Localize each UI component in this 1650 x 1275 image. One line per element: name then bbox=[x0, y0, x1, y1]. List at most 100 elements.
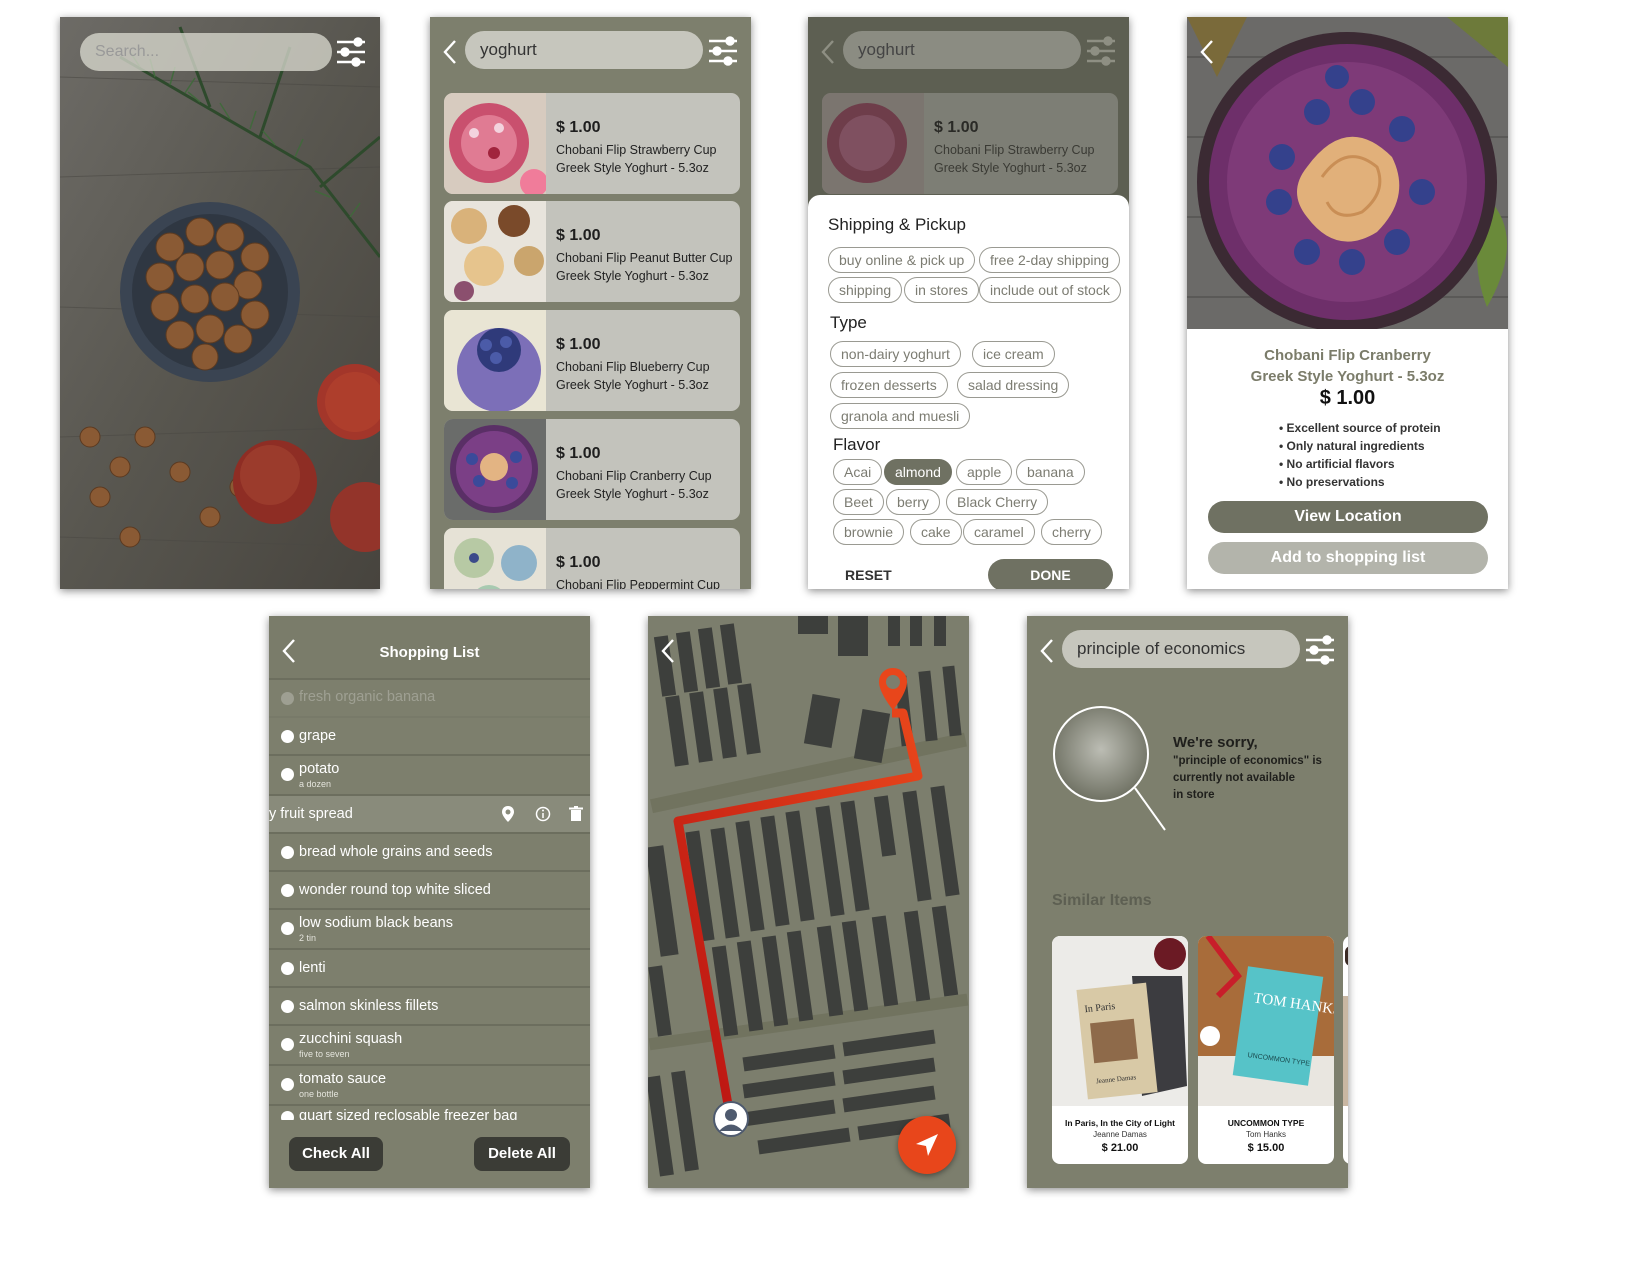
filter-sliders-icon[interactable] bbox=[1305, 635, 1335, 665]
book-card[interactable]: In Paris Jeanne Damas In Paris, In the C… bbox=[1052, 936, 1188, 1164]
product-card[interactable]: $ 1.00 Chobani Flip Peanut Butter Cup Gre… bbox=[444, 201, 740, 302]
product-name: Chobani Flip Strawberry Cup Greek Style Y… bbox=[556, 143, 717, 175]
product-price: $ 1.00 bbox=[1319, 387, 1376, 409]
back-chevron-icon[interactable] bbox=[660, 638, 676, 664]
peanut-bowls-thumbnail bbox=[444, 201, 546, 302]
store-map-screen bbox=[648, 616, 969, 1188]
list-item-swiped[interactable]: y fruit spread bbox=[269, 796, 590, 834]
back-chevron-icon[interactable] bbox=[820, 39, 836, 65]
filter-chip[interactable]: Beet bbox=[833, 489, 884, 515]
back-chevron-icon[interactable] bbox=[1199, 39, 1215, 65]
delete-all-button[interactable]: Delete All bbox=[474, 1137, 570, 1171]
navigate-button[interactable] bbox=[898, 1116, 956, 1174]
list-item[interactable]: grape bbox=[269, 718, 590, 756]
list-item[interactable]: tomato sauce one bottle bbox=[269, 1066, 590, 1106]
checkbox[interactable] bbox=[281, 1000, 294, 1013]
filter-chip[interactable]: berry bbox=[886, 489, 940, 515]
filter-chip[interactable]: banana bbox=[1016, 459, 1085, 485]
book-price: $ 15.00 bbox=[1247, 1142, 1285, 1154]
filter-chip[interactable]: in stores bbox=[904, 277, 979, 303]
add-to-shopping-list-button[interactable]: Add to shopping list bbox=[1208, 542, 1488, 574]
filter-chip[interactable]: include out of stock bbox=[979, 277, 1121, 303]
product-card[interactable]: $ 1.00 Chobani Flip Cranberry Cup Greek S… bbox=[444, 419, 740, 520]
filter-chip-selected[interactable]: almond bbox=[884, 459, 952, 485]
filter-sliders-icon[interactable] bbox=[1086, 36, 1116, 66]
magnifier-icon bbox=[1053, 706, 1166, 831]
product-card: $ 1.00 Chobani Flip Strawberry Cup Greek … bbox=[822, 93, 1118, 194]
product-card[interactable]: $ 1.00 Chobani Flip Peppermint Cup bbox=[444, 528, 740, 589]
search-input[interactable]: Search... bbox=[80, 33, 332, 71]
book-card-partial[interactable] bbox=[1343, 936, 1348, 1164]
list-item[interactable]: lenti bbox=[269, 950, 590, 988]
feature-item: • No artificial flavors bbox=[1279, 457, 1395, 471]
list-item[interactable]: wonder round top white sliced bbox=[269, 872, 590, 910]
blueberry-bowl-thumbnail bbox=[444, 310, 546, 411]
sorry-line: in store bbox=[1173, 789, 1215, 801]
filter-chip[interactable]: non-dairy yoghurt bbox=[830, 341, 961, 367]
checkbox[interactable] bbox=[281, 1111, 294, 1120]
product-detail-screen: Chobani Flip Cranberry Greek Style Yoghur… bbox=[1187, 17, 1508, 589]
search-input[interactable]: yoghurt bbox=[465, 31, 703, 69]
checkbox[interactable] bbox=[281, 768, 294, 781]
back-chevron-icon[interactable] bbox=[1039, 638, 1055, 664]
checkbox[interactable] bbox=[281, 846, 294, 859]
home-screen: Search... bbox=[60, 17, 380, 589]
filter-chip[interactable]: frozen desserts bbox=[830, 372, 948, 398]
list-item[interactable]: salmon skinless fillets bbox=[269, 988, 590, 1026]
filter-chip[interactable]: salad dressing bbox=[957, 372, 1070, 398]
filter-chip[interactable]: granola and muesli bbox=[830, 403, 971, 429]
navigation-arrow-icon bbox=[916, 1134, 938, 1156]
filter-chip[interactable]: cake bbox=[910, 519, 962, 545]
checkbox[interactable] bbox=[281, 1078, 294, 1091]
product-card[interactable]: $ 1.00 Chobani Flip Strawberry Cup Greek … bbox=[444, 93, 740, 194]
list-footer: Check All Delete All bbox=[269, 1120, 590, 1188]
checkbox[interactable] bbox=[281, 922, 294, 935]
filter-chip[interactable]: cherry bbox=[1041, 519, 1102, 545]
filter-chip[interactable]: shipping bbox=[828, 277, 903, 303]
reset-button[interactable]: RESET bbox=[845, 567, 892, 583]
list-item[interactable]: zucchini squash five to seven bbox=[269, 1026, 590, 1066]
book-card[interactable]: TOM HANKS UNCOMMON TYPE UNCOMMON TYPE To… bbox=[1198, 936, 1334, 1164]
product-card[interactable]: $ 1.00 Chobani Flip Blueberry Cup Greek S… bbox=[444, 310, 740, 411]
check-all-button[interactable]: Check All bbox=[289, 1137, 383, 1171]
filter-chip[interactable]: apple bbox=[956, 459, 1013, 485]
done-button[interactable]: DONE bbox=[988, 559, 1113, 589]
filter-screen: yoghurt $ 1.00 Chobani Flip Strawberry C… bbox=[808, 17, 1129, 589]
checkbox[interactable] bbox=[281, 1038, 294, 1051]
filter-chip[interactable]: ice cream bbox=[972, 341, 1055, 367]
product-name: Chobani Flip Strawberry Cup Greek Style Y… bbox=[934, 143, 1095, 175]
filter-chip[interactable]: free 2-day shipping bbox=[979, 247, 1121, 273]
filter-chip[interactable]: Acai bbox=[833, 459, 883, 485]
search-input[interactable]: principle of economics bbox=[1062, 630, 1300, 668]
location-pin-icon[interactable] bbox=[501, 805, 515, 823]
info-icon[interactable] bbox=[535, 806, 551, 822]
back-chevron-icon[interactable] bbox=[442, 39, 458, 65]
filter-chip[interactable]: buy online & pick up bbox=[828, 247, 976, 273]
view-location-button[interactable]: View Location bbox=[1208, 501, 1488, 533]
search-input[interactable]: yoghurt bbox=[843, 31, 1081, 69]
user-location-avatar-icon bbox=[713, 1101, 749, 1137]
filter-sliders-icon[interactable] bbox=[708, 36, 738, 66]
shipping-section-title: Shipping & Pickup bbox=[828, 215, 966, 234]
filter-chip[interactable]: Black Cherry bbox=[946, 489, 1049, 515]
book-author: Jeanne Damas bbox=[1093, 1130, 1147, 1139]
checkbox[interactable] bbox=[281, 730, 294, 743]
list-item[interactable]: bread whole grains and seeds bbox=[269, 834, 590, 872]
filter-sliders-icon[interactable] bbox=[336, 37, 366, 67]
trash-icon[interactable] bbox=[569, 806, 583, 822]
shopping-list-screen: Shopping List fresh organic banana grape… bbox=[269, 616, 590, 1188]
sorry-message: We're sorry, "principle of economics" is… bbox=[1173, 734, 1322, 804]
list-item[interactable]: potato a dozen bbox=[269, 756, 590, 796]
peppermint-bowls-thumbnail bbox=[444, 528, 546, 589]
destination-pin-icon bbox=[879, 668, 907, 710]
checkbox[interactable] bbox=[281, 962, 294, 975]
checkbox[interactable] bbox=[281, 884, 294, 897]
product-name: Chobani Flip Cranberry Cup Greek Style Yo… bbox=[556, 469, 712, 501]
list-item[interactable]: quart sized reclosable freezer bag bbox=[269, 1106, 590, 1120]
filter-chip[interactable]: caramel bbox=[963, 519, 1035, 545]
filter-chip[interactable]: brownie bbox=[833, 519, 905, 545]
flavor-section-title: Flavor bbox=[833, 435, 881, 454]
strawberry-bowl-thumbnail bbox=[444, 93, 546, 194]
list-item[interactable]: low sodium black beans 2 tin bbox=[269, 910, 590, 950]
similar-items-title: Similar Items bbox=[1052, 892, 1152, 909]
